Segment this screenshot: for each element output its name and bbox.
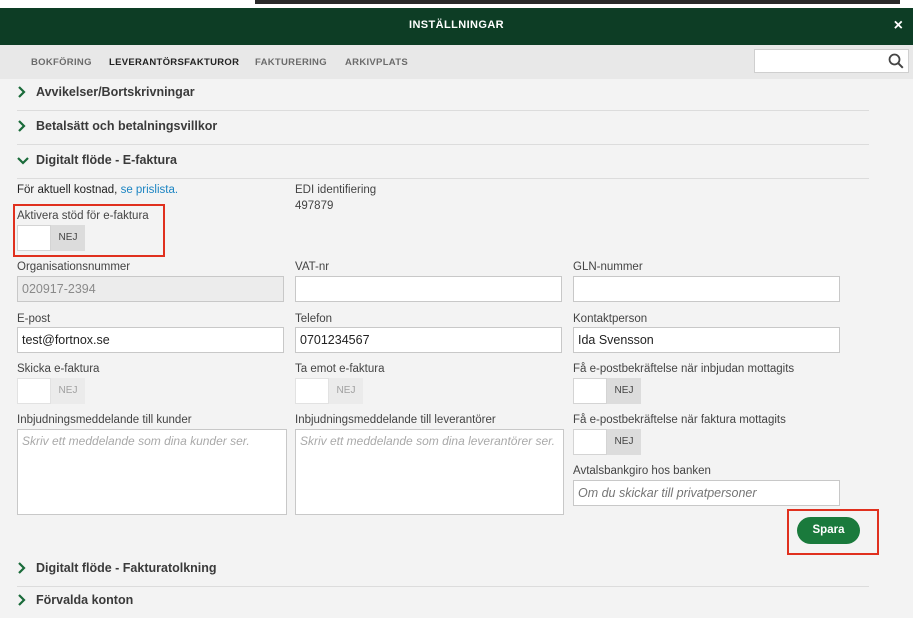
section-betalsatt[interactable]: Betalsätt och betalningsvillkor (17, 116, 869, 145)
toggle-knob (573, 429, 607, 455)
tab-bar: BOKFÖRING LEVERANTÖRSFAKTUROR FAKTURERIN… (0, 45, 913, 79)
tab-leverantorsfakturor[interactable]: LEVERANTÖRSFAKTUROR (109, 45, 239, 81)
email-label: E-post (17, 313, 51, 325)
section-digitalt-fakturatolkning[interactable]: Digitalt flöde - Fakturatolkning (17, 558, 869, 587)
edi-label: EDI identifiering (295, 184, 377, 196)
contact-label: Kontaktperson (573, 313, 648, 325)
section-title: Förvalda konton (36, 593, 134, 607)
toggle-state: NEJ (607, 378, 641, 404)
section-avvikelser[interactable]: Avvikelser/Bortskrivningar (17, 82, 869, 111)
toggle-state: NEJ (329, 378, 363, 404)
phone-label: Telefon (295, 313, 333, 325)
vat-label: VAT-nr (295, 261, 330, 273)
highlight-save (787, 509, 879, 555)
section-title: Avvikelser/Bortskrivningar (36, 85, 195, 99)
chevron-down-icon (17, 157, 29, 165)
search-icon[interactable] (888, 53, 904, 69)
cost-text: För aktuell kostnad, (17, 184, 121, 196)
settings-header: INSTÄLLNINGAR × (0, 8, 913, 45)
tab-bokforing[interactable]: BOKFÖRING (31, 45, 92, 81)
chevron-right-icon (18, 594, 26, 606)
pricelist-link[interactable]: se prislista. (121, 184, 179, 196)
section-forvalda-konton[interactable]: Förvalda konton (17, 590, 869, 618)
section-title: Betalsätt och betalningsvillkor (36, 119, 218, 133)
top-dark-bar (255, 0, 900, 4)
chevron-right-icon (18, 86, 26, 98)
search-input[interactable] (759, 53, 888, 71)
receive-efaktura-label: Ta emot e-faktura (295, 363, 385, 375)
invite-receipt-label: Få e-postbekräftelse när inbjudan mottag… (573, 363, 795, 375)
receive-efaktura-toggle[interactable]: NEJ (295, 378, 363, 404)
org-number-field (17, 276, 284, 302)
tab-arkivplats[interactable]: ARKIVPLATS (345, 45, 408, 81)
toggle-state: NEJ (51, 378, 85, 404)
gln-label: GLN-nummer (573, 261, 643, 273)
section-title: Digitalt flöde - E-faktura (36, 153, 177, 167)
tab-fakturering[interactable]: FAKTURERING (255, 45, 327, 81)
toggle-knob (573, 378, 607, 404)
contact-person-field[interactable] (573, 327, 840, 353)
cost-info: För aktuell kostnad, se prislista. (17, 184, 178, 196)
send-efaktura-label: Skicka e-faktura (17, 363, 100, 375)
section-title: Digitalt flöde - Fakturatolkning (36, 561, 217, 575)
invite-suppliers-textarea[interactable]: Skriv ett meddelande som dina leverantör… (295, 429, 564, 515)
toggle-state: NEJ (607, 429, 641, 455)
bankgiro-label: Avtalsbankgiro hos banken (573, 465, 711, 477)
toggle-knob (17, 378, 51, 404)
invite-receipt-toggle[interactable]: NEJ (573, 378, 641, 404)
phone-field[interactable] (295, 327, 562, 353)
section-digitalt-efaktura[interactable]: Digitalt flöde - E-faktura (17, 150, 869, 179)
invoice-receipt-label: Få e-postbekräftelse när faktura mottagi… (573, 414, 786, 426)
gln-field[interactable] (573, 276, 840, 302)
close-icon[interactable]: × (894, 17, 903, 35)
invoice-receipt-toggle[interactable]: NEJ (573, 429, 641, 455)
toggle-knob (295, 378, 329, 404)
send-efaktura-toggle[interactable]: NEJ (17, 378, 85, 404)
highlight-activate (13, 204, 165, 257)
invite-customers-textarea[interactable]: Skriv ett meddelande som dina kunder ser… (17, 429, 287, 515)
chevron-right-icon (18, 562, 26, 574)
org-label: Organisationsnummer (17, 261, 131, 273)
dialog-title: INSTÄLLNINGAR (408, 19, 505, 31)
vat-field[interactable] (295, 276, 562, 302)
edi-value: 497879 (295, 200, 334, 212)
invite-suppliers-label: Inbjudningsmeddelande till leverantörer (295, 414, 496, 426)
email-field[interactable] (17, 327, 284, 353)
bankgiro-field[interactable] (573, 480, 840, 506)
top-strip (0, 0, 913, 8)
invite-customers-label: Inbjudningsmeddelande till kunder (17, 414, 192, 426)
search-box (754, 49, 909, 73)
chevron-right-icon (18, 120, 26, 132)
